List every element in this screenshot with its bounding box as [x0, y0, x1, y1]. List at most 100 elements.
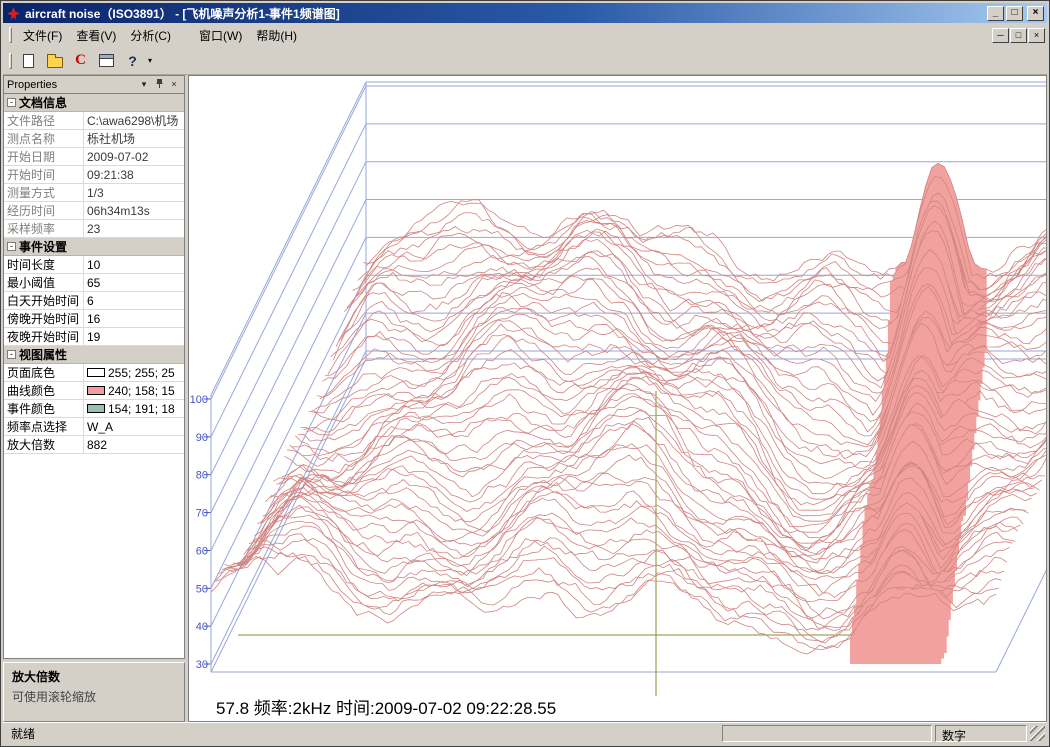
property-label: 傍晚开始时间	[4, 310, 84, 327]
property-value[interactable]: C:\awa6298\机场	[84, 112, 184, 129]
property-grid: -文档信息文件路径C:\awa6298\机场测点名称栎社机场开始日期2009-0…	[3, 93, 185, 659]
property-value[interactable]: 19	[84, 330, 184, 344]
property-value[interactable]: 16	[84, 312, 184, 326]
menu-file[interactable]: 文件(F)	[16, 23, 69, 48]
property-row[interactable]: 开始日期2009-07-02	[4, 148, 184, 166]
status-panel-blank	[722, 725, 932, 742]
property-label: 夜晚开始时间	[4, 328, 84, 345]
property-row[interactable]: 曲线颜色240; 158; 15	[4, 382, 184, 400]
properties-button[interactable]	[94, 49, 119, 72]
new-document-button[interactable]	[16, 49, 41, 72]
property-label: 放大倍数	[4, 436, 84, 453]
properties-icon	[99, 54, 114, 67]
property-row[interactable]: 夜晚开始时间19	[4, 328, 184, 346]
mdi-restore-button[interactable]: □	[1010, 28, 1027, 43]
menu-window[interactable]: 窗口(W)	[192, 23, 249, 48]
property-row[interactable]: 采样频率23	[4, 220, 184, 238]
help-icon: ?	[128, 53, 137, 69]
panel-close-icon[interactable]: ×	[167, 78, 181, 91]
close-button[interactable]: ×	[1027, 6, 1044, 21]
menu-grip[interactable]	[9, 27, 12, 43]
property-section-header[interactable]: -文档信息	[4, 94, 184, 112]
property-value[interactable]: 1/3	[84, 186, 184, 200]
cursor-readout: 57.8 频率:2kHz 时间:2009-07-02 09:22:28.55	[216, 699, 556, 718]
toolbar-grip[interactable]	[9, 53, 12, 69]
y-tick-label: 90	[196, 432, 208, 444]
property-label: 经历时间	[4, 202, 84, 219]
chart-panel: 1009080706050403057.8 频率:2kHz 时间:2009-07…	[188, 75, 1047, 722]
property-row[interactable]: 事件颜色154; 191; 18	[4, 400, 184, 418]
color-swatch	[87, 404, 105, 413]
section-title: 视图属性	[19, 346, 67, 363]
property-value[interactable]: 65	[84, 276, 184, 290]
mdi-close-button[interactable]: ×	[1028, 28, 1045, 43]
property-value[interactable]: W_A	[84, 420, 184, 434]
property-label: 时间长度	[4, 256, 84, 273]
property-row[interactable]: 文件路径C:\awa6298\机场	[4, 112, 184, 130]
property-value[interactable]: 240; 158; 15	[84, 384, 184, 398]
property-value[interactable]: 882	[84, 438, 184, 452]
waterfall-spectrum-chart[interactable]: 1009080706050403057.8 频率:2kHz 时间:2009-07…	[189, 76, 1046, 721]
window-title: aircraft noise（ISO3891） - [飞机噪声分析1-事件1频谱…	[25, 5, 987, 22]
open-file-button[interactable]	[42, 49, 67, 72]
property-value[interactable]: 2009-07-02	[84, 150, 184, 164]
property-label: 频率点选择	[4, 418, 84, 435]
property-value[interactable]: 06h34m13s	[84, 204, 184, 218]
property-row[interactable]: 放大倍数882	[4, 436, 184, 454]
property-label: 页面底色	[4, 364, 84, 381]
color-swatch	[87, 386, 105, 395]
app-window: aircraft noise（ISO3891） - [飞机噪声分析1-事件1频谱…	[0, 0, 1050, 747]
collapse-icon[interactable]: -	[7, 350, 16, 359]
property-label: 开始时间	[4, 166, 84, 183]
section-title: 事件设置	[19, 238, 67, 255]
property-label: 曲线颜色	[4, 382, 84, 399]
property-help-text: 可使用滚轮缩放	[12, 688, 176, 705]
property-value[interactable]: 23	[84, 222, 184, 236]
property-value[interactable]: 6	[84, 294, 184, 308]
property-row[interactable]: 频率点选择W_A	[4, 418, 184, 436]
collapse-icon[interactable]: -	[7, 98, 16, 107]
y-tick-label: 80	[196, 470, 208, 482]
property-row[interactable]: 傍晚开始时间16	[4, 310, 184, 328]
property-row[interactable]: 测点名称栎社机场	[4, 130, 184, 148]
pin-icon[interactable]	[152, 78, 166, 91]
property-section-header[interactable]: -视图属性	[4, 346, 184, 364]
menu-bar: 文件(F) 查看(V) 分析(C) 窗口(W) 帮助(H) ─ □ ×	[3, 23, 1047, 47]
open-folder-icon	[47, 57, 63, 68]
help-button[interactable]: ?	[120, 49, 145, 72]
new-document-icon	[23, 54, 34, 68]
menu-help[interactable]: 帮助(H)	[249, 23, 304, 48]
property-value[interactable]: 栎社机场	[84, 130, 184, 147]
app-plane-icon	[6, 6, 21, 21]
y-tick-label: 70	[196, 508, 208, 520]
y-tick-label: 40	[196, 621, 208, 633]
property-value[interactable]: 154; 191; 18	[84, 402, 184, 416]
c-report-button[interactable]: C	[68, 49, 93, 72]
property-label: 测量方式	[4, 184, 84, 201]
property-row[interactable]: 开始时间09:21:38	[4, 166, 184, 184]
collapse-icon[interactable]: -	[7, 242, 16, 251]
property-row[interactable]: 最小阈值65	[4, 274, 184, 292]
minimize-button[interactable]: _	[987, 6, 1004, 21]
menu-view[interactable]: 查看(V)	[69, 23, 123, 48]
toolbar-overflow-chevron-icon[interactable]: ▾	[148, 56, 152, 65]
property-row[interactable]: 白天开始时间6	[4, 292, 184, 310]
resize-grip[interactable]	[1030, 726, 1045, 741]
panel-menu-chevron-icon[interactable]: ▾	[137, 78, 151, 91]
property-row[interactable]: 经历时间06h34m13s	[4, 202, 184, 220]
property-row[interactable]: 页面底色255; 255; 25	[4, 364, 184, 382]
property-label: 开始日期	[4, 148, 84, 165]
property-value[interactable]: 10	[84, 258, 184, 272]
toolbar: C ? ▾	[3, 47, 1047, 75]
property-value[interactable]: 255; 255; 25	[84, 366, 184, 380]
property-section-header[interactable]: -事件设置	[4, 238, 184, 256]
status-ready-text: 就绪	[11, 725, 35, 742]
restore-button[interactable]: □	[1006, 6, 1023, 21]
property-row[interactable]: 测量方式1/3	[4, 184, 184, 202]
property-help-title: 放大倍数	[12, 668, 176, 685]
menu-analysis[interactable]: 分析(C)	[123, 23, 178, 48]
mdi-minimize-button[interactable]: ─	[992, 28, 1009, 43]
property-value[interactable]: 09:21:38	[84, 168, 184, 182]
property-row[interactable]: 时间长度10	[4, 256, 184, 274]
y-tick-label: 100	[190, 394, 208, 406]
